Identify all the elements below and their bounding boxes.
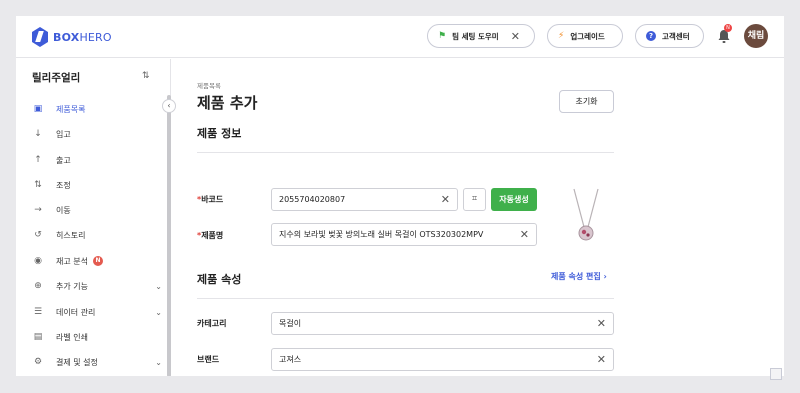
arrow-right-icon: →	[34, 205, 42, 215]
reset-button[interactable]: 초기화	[559, 90, 614, 113]
product-name-label: *제품명	[197, 231, 224, 240]
support-button[interactable]: ? 고객센터	[635, 24, 704, 48]
help-icon: ?	[646, 31, 656, 41]
auto-generate-button[interactable]: 자동생성	[491, 188, 537, 211]
team-setup-button[interactable]: ⚑ 팀 세팅 도우미 ✕	[427, 24, 535, 48]
notification-badge: N	[724, 24, 732, 32]
clear-icon[interactable]: ✕	[441, 189, 450, 210]
sidebar-item-products[interactable]: ▣ 제품목록	[32, 101, 152, 117]
scan-icon: ⌗	[471, 194, 478, 204]
swap-icon: ⇅	[34, 180, 42, 190]
sidebar: 릴리주얼리 ⇅ ▣ 제품목록 ↓ 입고 ↑ 출고 ⇅ 조정 → 이동 ↺ 히스토리 ◉ 재고 …	[16, 59, 171, 376]
chevron-down-icon: ⌄	[155, 307, 162, 317]
section-title-info: 제품 정보	[197, 127, 242, 140]
plus-circle-icon: ⊕	[34, 281, 42, 291]
upgrade-button[interactable]: ⚡ 업그레이드	[547, 24, 623, 48]
brand-input[interactable]: 고져스 ✕	[271, 348, 614, 371]
lightning-icon: ⚡	[558, 31, 565, 41]
support-label: 고객센터	[662, 31, 690, 41]
flag-icon: ⚑	[438, 31, 447, 41]
sort-icon[interactable]: ⇅	[142, 71, 150, 81]
sidebar-item-inbound[interactable]: ↓ 입고	[32, 126, 152, 142]
clear-icon[interactable]: ✕	[597, 313, 606, 334]
sidebar-item-extra[interactable]: ⊕ 추가 기능 ⌄	[32, 278, 162, 294]
notification-button[interactable]: N	[717, 24, 732, 44]
product-image[interactable]	[568, 187, 604, 247]
avatar[interactable]: 채림	[744, 24, 768, 48]
sidebar-item-outbound[interactable]: ↑ 출고	[32, 152, 152, 168]
brand-label: 브랜드	[197, 355, 220, 364]
sidebar-item-move[interactable]: → 이동	[32, 202, 152, 218]
breadcrumb[interactable]: 제품목록	[197, 80, 221, 90]
upgrade-label: 업그레이드	[570, 31, 605, 41]
arrow-up-icon: ↑	[34, 155, 42, 165]
main-content: 제품목록 제품 추가 초기화 제품 정보 *바코드 2055704020807 …	[172, 59, 784, 376]
sidebar-item-adjust[interactable]: ⇅ 조정	[32, 177, 152, 193]
divider	[197, 298, 614, 299]
chevron-down-icon: ⌄	[155, 357, 162, 367]
edit-attributes-link[interactable]: 제품 속성 편집 ›	[551, 271, 607, 282]
gear-icon: ⚙	[33, 357, 43, 367]
team-setup-label: 팀 세팅 도우미	[452, 31, 499, 41]
sidebar-scrollbar[interactable]	[167, 95, 171, 376]
sidebar-item-settings[interactable]: ⚙ 결제 및 설정 ⌄	[32, 354, 162, 370]
product-name-input[interactable]: 지수의 보라빛 벚꽃 방의노래 실버 목걸이 OTS320302MPV ✕	[271, 223, 537, 246]
boxhero-logo[interactable]: BOXHERO	[32, 27, 112, 47]
barcode-label: *바코드	[197, 195, 224, 204]
eye-icon: ◉	[34, 256, 42, 266]
section-title-attributes: 제품 속성	[197, 273, 242, 286]
new-badge: N	[92, 256, 103, 266]
page-title: 제품 추가	[197, 94, 258, 112]
sidebar-item-history[interactable]: ↺ 히스토리	[32, 227, 152, 243]
sidebar-item-label-print[interactable]: ▤ 라벨 인쇄	[32, 329, 152, 345]
workspace-name[interactable]: 릴리주얼리	[32, 70, 80, 85]
label-icon: ▤	[33, 332, 43, 342]
database-icon: ☰	[33, 307, 43, 317]
top-bar: BOXHERO ⚑ 팀 세팅 도우미 ✕ ⚡ 업그레이드 ? 고객센터 N 채림	[16, 16, 784, 58]
chevron-left-icon: ‹	[167, 101, 171, 110]
history-icon: ↺	[34, 230, 42, 240]
arrow-down-icon: ↓	[34, 129, 42, 139]
category-label: 카테고리	[197, 319, 227, 328]
chevron-down-icon: ⌄	[155, 281, 162, 291]
close-icon[interactable]: ✕	[511, 30, 520, 43]
logo-text: BOXHERO	[53, 30, 112, 44]
scan-button[interactable]: ⌗	[463, 188, 486, 211]
app-window: BOXHERO ⚑ 팀 세팅 도우미 ✕ ⚡ 업그레이드 ? 고객센터 N 채림…	[16, 16, 784, 376]
resize-handle[interactable]	[770, 368, 782, 380]
logo-icon	[32, 27, 48, 47]
sidebar-item-data[interactable]: ☰ 데이터 관리 ⌄	[32, 304, 162, 320]
box-icon: ▣	[33, 104, 43, 114]
divider	[197, 152, 614, 153]
barcode-input[interactable]: 2055704020807 ✕	[271, 188, 458, 211]
clear-icon[interactable]: ✕	[520, 224, 529, 245]
sidebar-item-analysis[interactable]: ◉ 재고 분석 N	[32, 253, 152, 269]
category-input[interactable]: 목걸이 ✕	[271, 312, 614, 335]
clear-icon[interactable]: ✕	[597, 349, 606, 370]
